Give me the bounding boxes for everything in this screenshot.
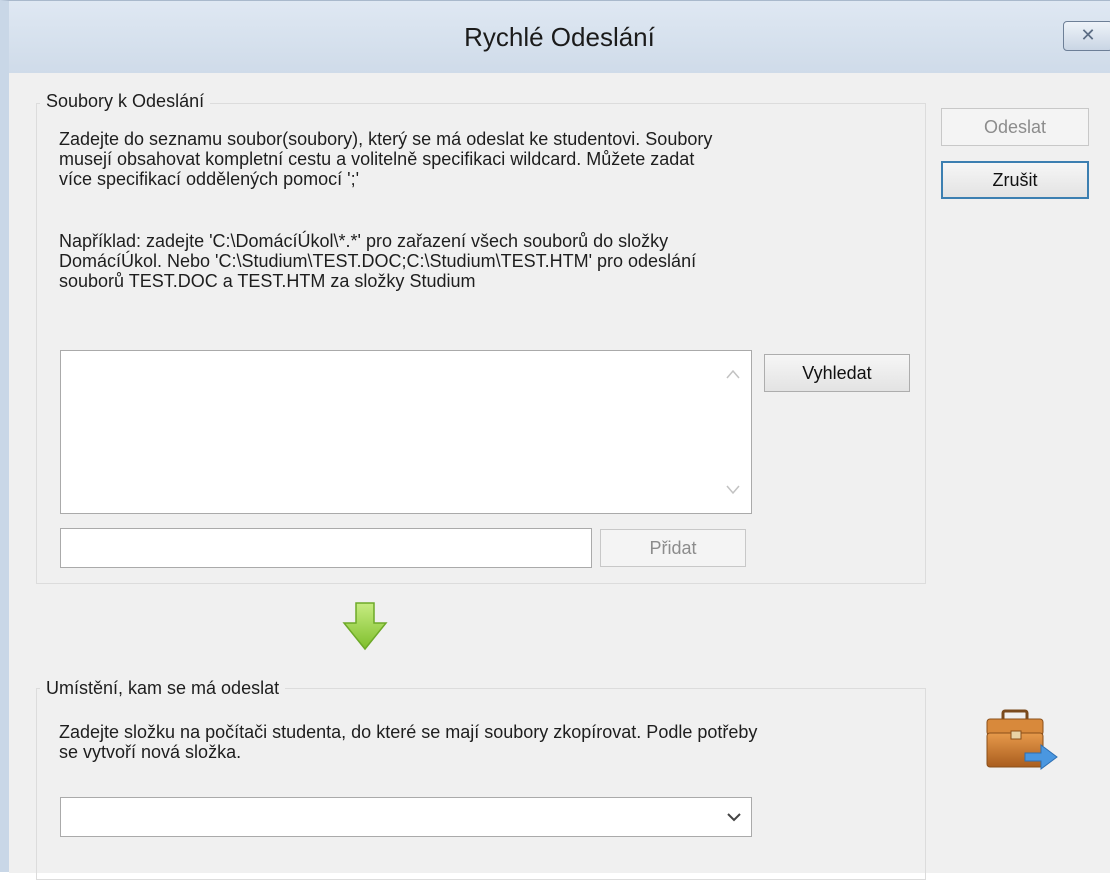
files-description-line-1: Zadejte do seznamu soubor(soubory), kter… bbox=[59, 129, 713, 149]
destination-group-legend: Umístění, kam se má odeslat bbox=[40, 678, 286, 699]
dialog-content: Soubory k Odeslání Zadejte do seznamu so… bbox=[9, 73, 1110, 880]
files-example-line-1: Například: zadejte 'C:\DomácíÚkol\*.*' p… bbox=[59, 231, 669, 251]
files-example-line-3: souborů TEST.DOC a TEST.HTM za složky St… bbox=[59, 271, 476, 291]
send-button[interactable]: Odeslat bbox=[941, 108, 1089, 146]
file-list-scrollbar[interactable] bbox=[716, 352, 750, 512]
files-description-line-3: více specifikací oddělených pomocí ';' bbox=[59, 169, 360, 189]
files-description-line-2: musejí obsahovat kompletní cestu a volit… bbox=[59, 149, 695, 169]
scroll-up-icon[interactable] bbox=[716, 356, 750, 390]
close-icon: ✕ bbox=[1080, 25, 1096, 46]
title-bar: Rychlé Odeslání ✕ bbox=[9, 1, 1110, 73]
close-button[interactable]: ✕ bbox=[1063, 21, 1110, 51]
add-button[interactable]: Přidat bbox=[600, 529, 746, 567]
scroll-down-icon[interactable] bbox=[716, 474, 750, 508]
browse-button[interactable]: Vyhledat bbox=[764, 354, 910, 392]
cancel-button[interactable]: Zrušit bbox=[941, 161, 1089, 199]
window-title: Rychlé Odeslání bbox=[464, 22, 655, 52]
files-group-legend: Soubory k Odeslání bbox=[40, 91, 211, 112]
files-example-line-2: DomácíÚkol. Nebo 'C:\Studium\TEST.DOC;C:… bbox=[59, 251, 697, 271]
file-list[interactable] bbox=[60, 350, 752, 514]
briefcase-send-icon bbox=[986, 709, 1058, 770]
quick-send-dialog: Rychlé Odeslání ✕ Soubory k Odeslání Zad… bbox=[0, 0, 1110, 880]
add-file-input[interactable] bbox=[60, 528, 592, 568]
destination-group bbox=[36, 688, 926, 880]
destination-description-line-2: se vytvoří nová složka. bbox=[59, 742, 242, 762]
down-arrow-icon bbox=[342, 602, 388, 651]
destination-folder-combo[interactable] bbox=[60, 797, 752, 837]
chevron-down-icon[interactable] bbox=[719, 798, 749, 836]
destination-description-line-1: Zadejte složku na počítači studenta, do … bbox=[59, 722, 758, 742]
